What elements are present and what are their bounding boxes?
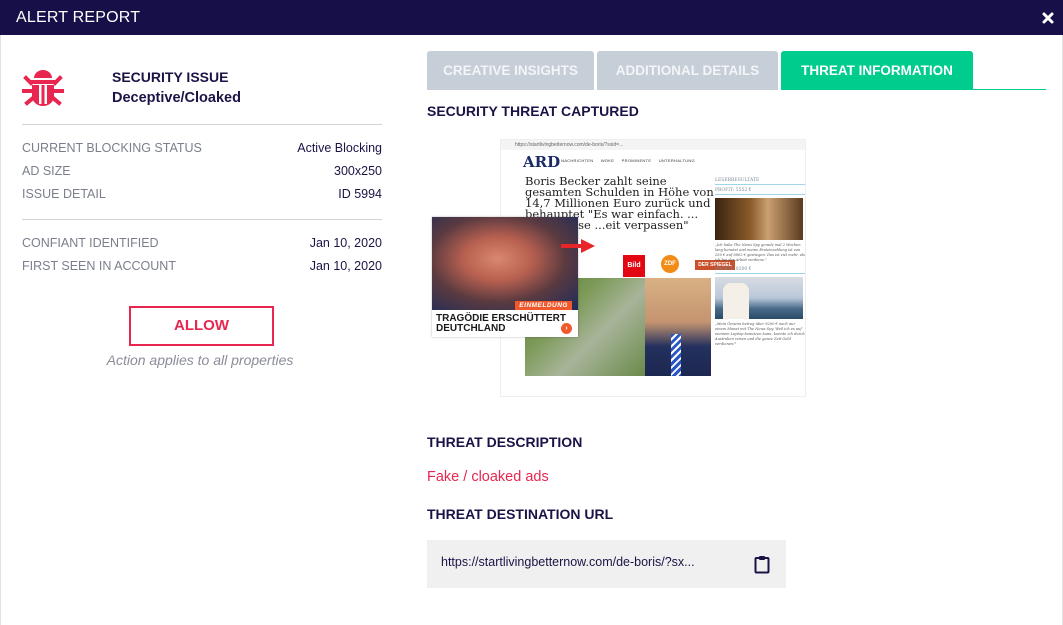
chevron-right-icon: › <box>561 323 572 334</box>
detail-label: ISSUE DETAIL <box>22 187 106 201</box>
bug-icon <box>22 70 64 106</box>
clipboard-icon[interactable] <box>753 554 771 574</box>
detail-row-ad-size: AD SIZE 300x250 <box>22 164 382 182</box>
divider <box>22 219 382 220</box>
modal-header: ALERT REPORT <box>0 0 1063 35</box>
bild-logo: Bild <box>623 255 645 277</box>
tab-creative-insights[interactable]: CREATIVE INSIGHTS <box>427 51 594 90</box>
testimonial-photo-2 <box>715 277 803 319</box>
date-value: Jan 10, 2020 <box>309 259 382 273</box>
detail-row-issue-detail: ISSUE DETAIL ID 5994 <box>22 187 382 205</box>
tab-threat-information[interactable]: THREAT INFORMATION <box>781 51 973 90</box>
divider <box>22 124 382 125</box>
overlay-ad-headline: TRAGÖDIE ERSCHÜTTERT DEUTCHLAND <box>436 314 566 334</box>
captured-sidebar: LESERRESULTATE PROFIT: 5552 € „Ich habe … <box>715 178 805 396</box>
date-row-first-seen: FIRST SEEN IN ACCOUNT Jan 10, 2020 <box>22 259 382 277</box>
date-value: Jan 10, 2020 <box>309 236 382 250</box>
security-threat-captured-heading: SECURITY THREAT CAPTURED <box>427 103 639 119</box>
threat-url[interactable]: https://startlivingbetternow.com/de-bori… <box>441 555 695 569</box>
overlay-ad: EINMELDUNG TRAGÖDIE ERSCHÜTTERT DEUTCHLA… <box>432 217 578 337</box>
overlay-ad-headline-line-2: DEUTCHLAND <box>436 323 506 334</box>
detail-label: CURRENT BLOCKING STATUS <box>22 141 202 155</box>
sidebar-profit-1: PROFIT: 5552 € <box>715 188 805 195</box>
detail-row-blocking-status: CURRENT BLOCKING STATUS Active Blocking <box>22 141 382 159</box>
modal-title: ALERT REPORT <box>16 9 141 26</box>
red-arrow-icon <box>561 239 595 253</box>
captured-url-bar: https://startlivingbetternow.com/de-bori… <box>501 140 805 150</box>
overlay-ad-badge: EINMELDUNG <box>515 301 572 310</box>
issue-title: SECURITY ISSUE <box>112 69 229 85</box>
date-label: CONFIANT IDENTIFIED <box>22 236 159 250</box>
sidebar-heading: LESERRESULTATE <box>715 178 805 185</box>
zdf-logo: ZDF <box>661 255 679 273</box>
tab-underline <box>781 89 1046 90</box>
threat-description-heading: THREAT DESCRIPTION <box>427 434 583 450</box>
threat-screenshot: https://startlivingbetternow.com/de-bori… <box>428 139 808 397</box>
threat-url-field: https://startlivingbetternow.com/de-bori… <box>427 540 786 588</box>
detail-value: 300x250 <box>334 164 382 178</box>
threat-description: Fake / cloaked ads <box>427 469 549 485</box>
date-row-confiant-identified: CONFIANT IDENTIFIED Jan 10, 2020 <box>22 236 382 254</box>
date-label: FIRST SEEN IN ACCOUNT <box>22 259 176 273</box>
sidebar-profit-2: PROFIT: 9200 € <box>715 267 805 274</box>
detail-label: AD SIZE <box>22 164 71 178</box>
issue-subtitle: Deceptive/Cloaked <box>112 90 241 106</box>
testimonial-photo-1 <box>715 198 803 240</box>
close-icon[interactable] <box>1041 11 1055 25</box>
threat-destination-url-heading: THREAT DESTINATION URL <box>427 506 614 522</box>
testimonial-quote-2: „Mein Gewinn betrug über 9200 € nach nur… <box>715 322 805 346</box>
detail-value: ID 5994 <box>338 187 382 201</box>
allow-button[interactable]: ALLOW <box>129 306 274 346</box>
tab-additional-details[interactable]: ADDITIONAL DETAILS <box>597 51 778 90</box>
detail-value: Active Blocking <box>297 141 382 155</box>
captured-nav: NACHRICHTEN WOKE PROMINENTE UNTERHALTUNG <box>561 158 695 163</box>
allow-note: Action applies to all properties <box>106 352 294 368</box>
testimonial-quote-1: „Ich habe The News Spy gerade mal 2 Woch… <box>715 243 805 262</box>
overlay-ad-photo <box>432 217 578 310</box>
person-photo <box>645 278 711 376</box>
ard-logo: ARD <box>523 153 561 171</box>
